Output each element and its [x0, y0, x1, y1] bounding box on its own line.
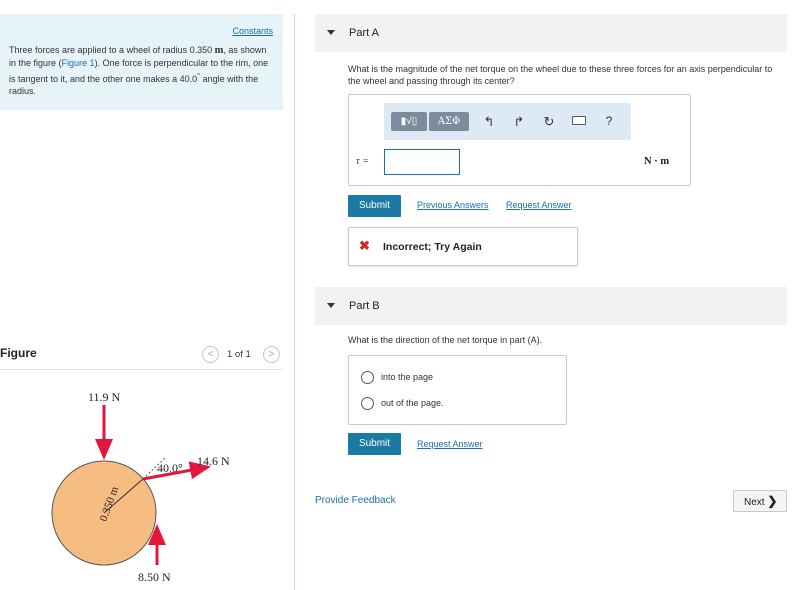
greek-symbols-button[interactable]: ΑΣΦ [429, 112, 469, 131]
templates-button[interactable]: ▮√▯ [391, 112, 427, 131]
part-a-submit-button[interactable]: Submit [348, 195, 401, 217]
panel-divider [294, 14, 295, 590]
figure-link[interactable]: Figure 1 [62, 58, 95, 68]
problem-statement: Three forces are applied to a wheel of r… [9, 45, 269, 97]
choice-into-page[interactable]: into the page [381, 372, 433, 382]
collapse-triangle-icon [327, 30, 335, 35]
figure-pager: < 1 of 1 > [200, 346, 286, 364]
next-figure-button[interactable]: > [263, 346, 280, 363]
torque-answer-input[interactable] [384, 149, 460, 175]
constants-link[interactable]: Constants [232, 26, 273, 36]
unit-label: N · m [644, 156, 670, 167]
part-a-question: What is the magnitude of the net torque … [348, 64, 773, 86]
prev-figure-button[interactable]: < [202, 346, 219, 363]
label-force-top: 11.9 N [88, 390, 121, 404]
part-a-header[interactable]: Part A [315, 14, 787, 52]
wheel-figure: 11.9 N 14.6 N 8.50 N 40.0° 0.350 m [51, 390, 230, 584]
choice-out-of-page[interactable]: out of the page. [381, 398, 444, 408]
problem-intro: Constants Three forces are applied to a … [0, 14, 283, 110]
part-b-header[interactable]: Part B [315, 287, 787, 325]
reset-icon[interactable]: ↻ [540, 112, 558, 131]
undo-icon[interactable]: ↰ [480, 112, 498, 131]
previous-answers-link[interactable]: Previous Answers [417, 200, 489, 210]
part-a-request-answer-link[interactable]: Request Answer [506, 200, 572, 210]
redo-icon[interactable]: ↱ [510, 112, 528, 131]
math-toolbar: ▮√▯ ΑΣΦ ↰ ↱ ↻ ? [384, 103, 631, 140]
choices-box [348, 355, 567, 425]
part-a-title: Part A [349, 27, 379, 39]
x-icon: ✖ [359, 238, 370, 253]
figure-heading: Figure [0, 346, 37, 360]
radio-into-page[interactable] [361, 371, 374, 384]
radio-out-of-page[interactable] [361, 397, 374, 410]
problem-panel: Constants Three forces are applied to a … [0, 0, 294, 590]
part-b-request-answer-link[interactable]: Request Answer [417, 439, 483, 449]
feedback-text: Incorrect; Try Again [383, 241, 482, 253]
label-force-bottom: 8.50 N [138, 570, 171, 584]
part-b-submit-button[interactable]: Submit [348, 433, 401, 455]
label-angle: 40.0° [157, 461, 183, 475]
collapse-triangle-icon [327, 303, 335, 308]
part-b-question: What is the direction of the net torque … [348, 335, 543, 345]
part-b-title: Part B [349, 300, 380, 312]
help-icon[interactable]: ? [600, 112, 618, 131]
provide-feedback-link[interactable]: Provide Feedback [315, 495, 396, 506]
figure-page-count: 1 of 1 [227, 349, 251, 360]
chevron-right-icon: ❯ [767, 494, 778, 508]
next-button[interactable]: Next ❯ [733, 490, 787, 512]
next-label: Next [744, 497, 765, 508]
incorrect-feedback: ✖ Incorrect; Try Again [348, 227, 578, 266]
keyboard-icon[interactable] [570, 112, 588, 131]
torque-variable-label: τ = [356, 156, 369, 167]
label-force-right: 14.6 N [197, 454, 230, 468]
